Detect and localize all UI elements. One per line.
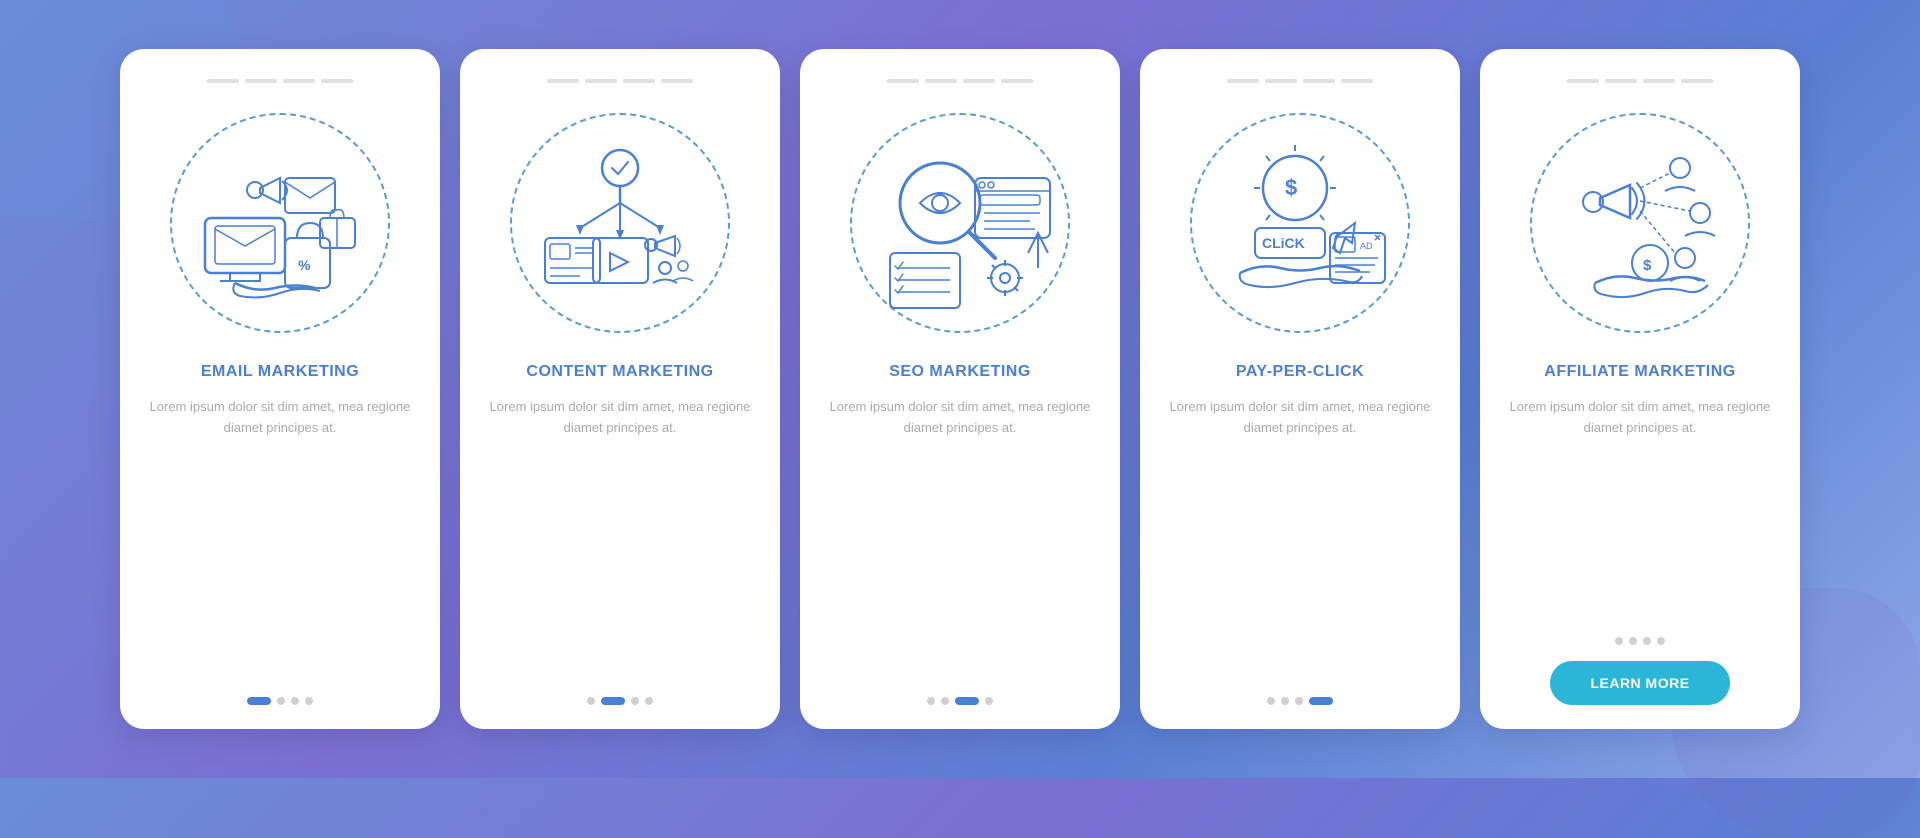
cards-container: % EMAIL MARKETING Lorem ipsum dolor sit … (90, 19, 1830, 759)
nav-dot-3[interactable] (955, 697, 979, 705)
nav-dot-1[interactable] (247, 697, 271, 705)
email-marketing-desc: Lorem ipsum dolor sit dim amet, mea regi… (144, 397, 416, 439)
nav-dot-1[interactable] (1267, 697, 1275, 705)
nav-dot-4[interactable] (305, 697, 313, 705)
svg-text:%: % (298, 257, 311, 273)
top-dot (283, 79, 315, 83)
card-pay-per-click: $ CLiCK AD (1140, 49, 1460, 729)
top-dot (207, 79, 239, 83)
content-marketing-nav (587, 697, 653, 705)
card-affiliate-marketing: $ AFFILIATE MARKETING Lorem ipsum dolor … (1480, 49, 1800, 729)
top-dot (1227, 79, 1259, 83)
email-marketing-title: EMAIL MARKETING (201, 363, 359, 381)
pay-per-click-nav (1267, 697, 1333, 705)
nav-dot-1[interactable] (1615, 637, 1623, 645)
card-email-marketing: % EMAIL MARKETING Lorem ipsum dolor sit … (120, 49, 440, 729)
affiliate-marketing-illustration: $ (1520, 103, 1760, 343)
top-dot (1681, 79, 1713, 83)
nav-dot-2[interactable] (941, 697, 949, 705)
card-top-indicator (887, 79, 1033, 83)
svg-text:CLiCK: CLiCK (1262, 235, 1305, 251)
content-marketing-desc: Lorem ipsum dolor sit dim amet, mea regi… (484, 397, 756, 439)
top-dot (887, 79, 919, 83)
top-dot (1341, 79, 1373, 83)
nav-dot-2[interactable] (601, 697, 625, 705)
card-top-indicator (547, 79, 693, 83)
email-marketing-nav (247, 697, 313, 705)
content-marketing-illustration (500, 103, 740, 343)
card-top-indicator (1567, 79, 1713, 83)
top-dot (1643, 79, 1675, 83)
top-dot (963, 79, 995, 83)
affiliate-marketing-nav (1615, 637, 1665, 645)
pay-per-click-title: PAY-PER-CLICK (1236, 363, 1364, 381)
nav-dot-3[interactable] (1643, 637, 1651, 645)
pay-per-click-illustration: $ CLiCK AD (1180, 103, 1420, 343)
email-marketing-illustration: % (160, 103, 400, 343)
nav-dot-3[interactable] (291, 697, 299, 705)
nav-dot-2[interactable] (277, 697, 285, 705)
content-marketing-icon (525, 128, 715, 318)
affiliate-marketing-icon: $ (1540, 123, 1740, 323)
card-top-indicator (1227, 79, 1373, 83)
content-marketing-title: CONTENT MARKETING (526, 363, 713, 381)
nav-dot-4[interactable] (1309, 697, 1333, 705)
seo-marketing-icon (860, 123, 1060, 323)
pay-per-click-icon: $ CLiCK AD (1200, 123, 1400, 323)
nav-dot-3[interactable] (631, 697, 639, 705)
top-dot (1605, 79, 1637, 83)
nav-dot-2[interactable] (1629, 637, 1637, 645)
pay-per-click-desc: Lorem ipsum dolor sit dim amet, mea regi… (1164, 397, 1436, 439)
card-content-marketing: CONTENT MARKETING Lorem ipsum dolor sit … (460, 49, 780, 729)
email-marketing-icon: % (185, 128, 375, 318)
nav-dot-1[interactable] (587, 697, 595, 705)
svg-text:$: $ (1643, 257, 1652, 274)
top-dot (321, 79, 353, 83)
nav-dot-1[interactable] (927, 697, 935, 705)
nav-dot-4[interactable] (645, 697, 653, 705)
top-dot (1265, 79, 1297, 83)
top-dot (661, 79, 693, 83)
card-top-indicator (207, 79, 353, 83)
seo-marketing-desc: Lorem ipsum dolor sit dim amet, mea regi… (824, 397, 1096, 439)
top-dot (623, 79, 655, 83)
nav-dot-4[interactable] (985, 697, 993, 705)
card-seo-marketing: SEO MARKETING Lorem ipsum dolor sit dim … (800, 49, 1120, 729)
top-dot (925, 79, 957, 83)
top-dot (547, 79, 579, 83)
seo-marketing-nav (927, 697, 993, 705)
top-dot (1303, 79, 1335, 83)
nav-dot-3[interactable] (1295, 697, 1303, 705)
learn-more-button[interactable]: LEARN MORE (1550, 661, 1729, 705)
top-dot (1567, 79, 1599, 83)
top-dot (245, 79, 277, 83)
nav-dot-2[interactable] (1281, 697, 1289, 705)
nav-dot-4[interactable] (1657, 637, 1665, 645)
seo-marketing-illustration (840, 103, 1080, 343)
affiliate-marketing-title: AFFILIATE MARKETING (1544, 363, 1735, 381)
top-dot (585, 79, 617, 83)
affiliate-marketing-desc: Lorem ipsum dolor sit dim amet, mea regi… (1504, 397, 1776, 439)
top-dot (1001, 79, 1033, 83)
svg-text:AD: AD (1360, 241, 1373, 251)
svg-text:$: $ (1285, 175, 1297, 200)
seo-marketing-title: SEO MARKETING (889, 363, 1031, 381)
